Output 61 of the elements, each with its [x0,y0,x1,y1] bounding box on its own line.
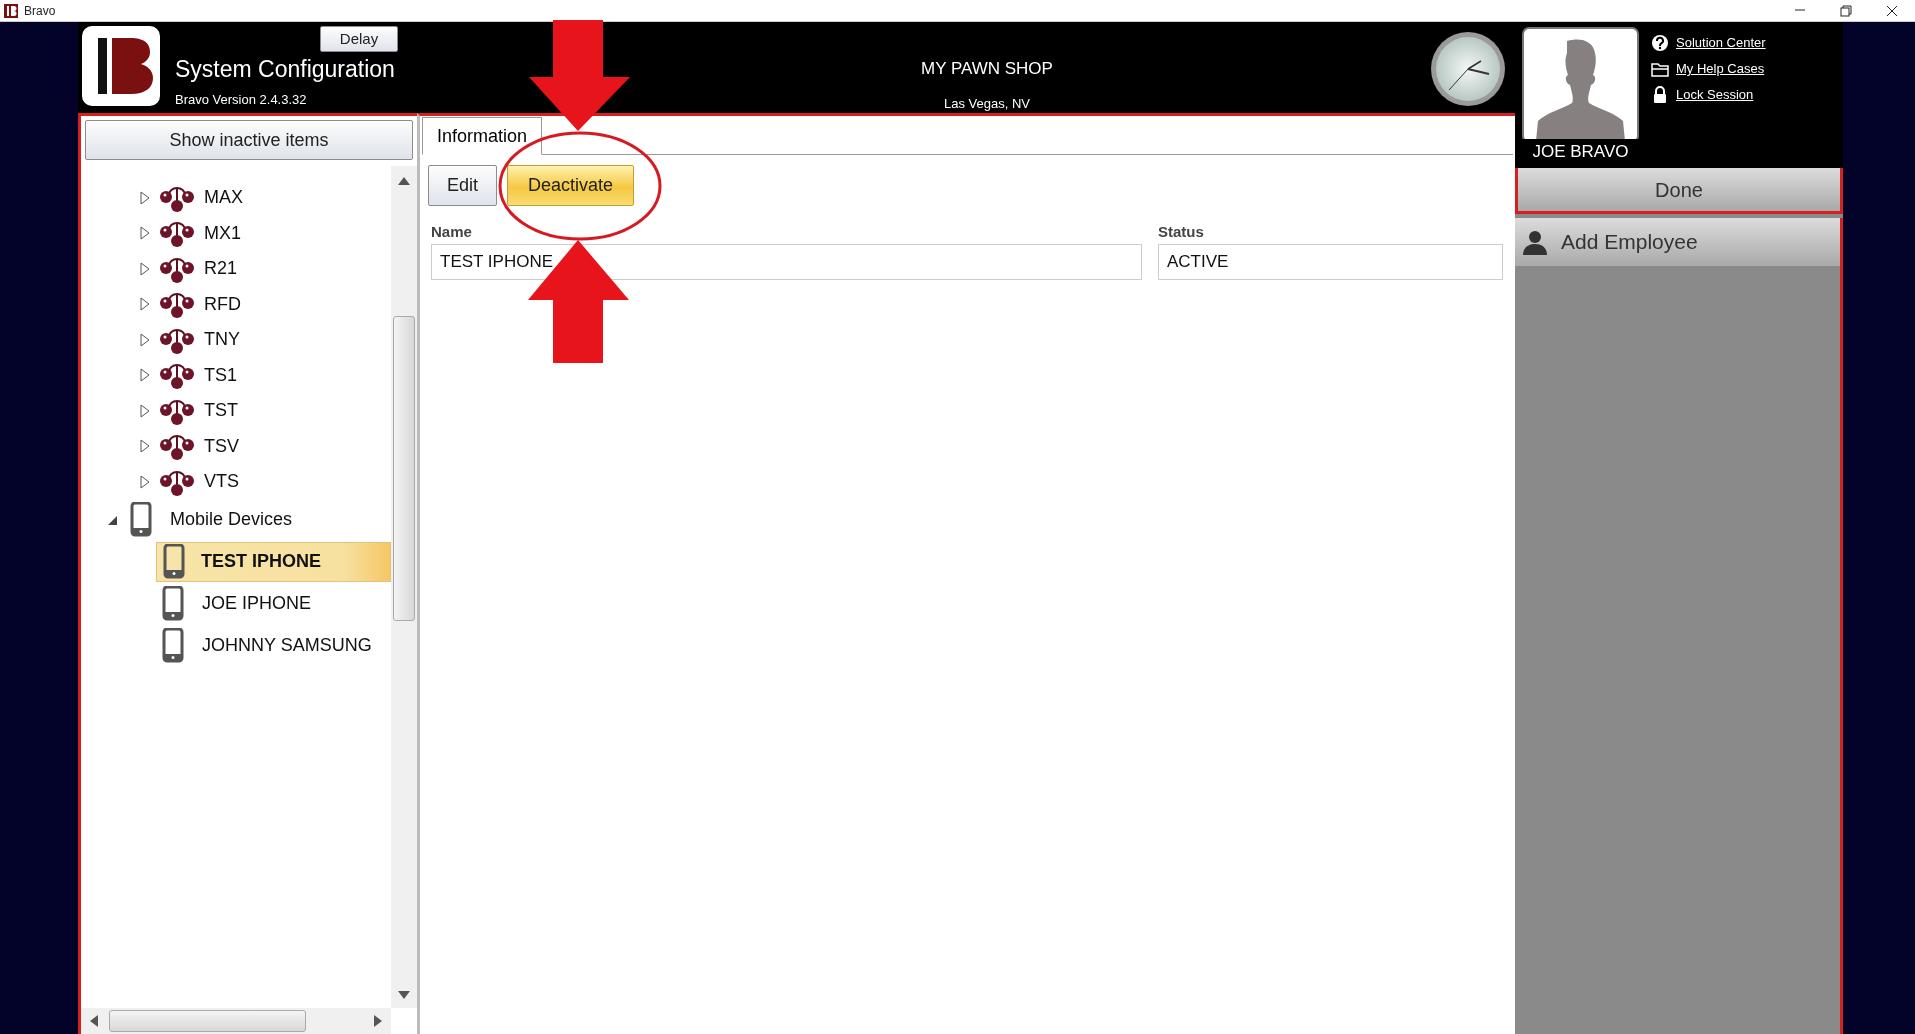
help-link[interactable]: Lock Session [1676,85,1754,105]
tree-item[interactable]: Mobile Devices [170,506,293,533]
expand-caret-icon[interactable] [139,226,151,241]
scroll-left-arrow-icon[interactable] [89,1014,99,1028]
expand-caret-icon[interactable] [139,368,151,383]
tree-item[interactable]: TST [204,397,238,425]
tree-item[interactable]: JOE IPHONE [156,583,391,624]
status-field[interactable]: ACTIVE [1158,243,1503,280]
tree-item[interactable]: MAX [204,184,243,212]
scroll-down-arrow-icon[interactable] [397,990,411,1000]
done-button[interactable]: Done [1515,168,1843,214]
expand-caret-icon[interactable] [139,403,151,418]
expand-caret-icon[interactable] [139,297,151,312]
expand-caret-icon[interactable] [139,474,151,489]
expand-caret-icon[interactable] [139,332,151,347]
app-title: System Configuration [175,56,395,82]
tree-item[interactable]: TEST IPHONE [156,541,391,582]
phone-icon [163,543,185,580]
delay-button[interactable]: Delay [320,26,398,52]
help-link[interactable]: My Help Cases [1676,59,1765,79]
phone-icon [162,627,184,664]
edit-button[interactable]: Edit [428,165,498,206]
tree-item[interactable]: RFD [204,290,241,318]
tree-item[interactable]: VTS [204,468,239,496]
scrollbar-thumb[interactable] [109,1010,306,1032]
tree-item[interactable]: JOHNNY SAMSUNG [156,625,391,666]
phone-icon [162,585,184,622]
store-location: Las Vegas, NV [943,94,1030,113]
person-icon [1521,228,1549,256]
version-label: Bravo Version 2.4.3.32 [175,91,308,109]
close-icon[interactable] [1885,3,1899,18]
store-name: MY PAWN SHOP [920,58,1053,80]
expand-caret-icon[interactable] [139,439,151,454]
clock-icon [1429,30,1507,108]
tree-item[interactable]: TS1 [204,361,237,389]
scroll-right-arrow-icon[interactable] [373,1014,383,1028]
tree-item[interactable]: R21 [204,255,238,283]
app-icon [4,3,18,18]
user-name: JOE BRAVO [1532,142,1629,162]
restore-icon[interactable] [1839,3,1853,18]
horizontal-scrollbar[interactable] [81,1008,391,1034]
name-field[interactable]: TEST IPHONE [431,243,1142,280]
tree-item[interactable]: MX1 [204,219,241,247]
expand-caret-icon[interactable] [139,190,151,205]
tab[interactable]: Information [422,117,543,155]
scroll-up-arrow-icon[interactable] [397,176,411,186]
help-link[interactable]: Solution Center [1676,33,1766,53]
phone-icon [130,501,152,538]
lock-icon [1651,86,1669,104]
expand-caret-icon[interactable] [139,261,151,276]
deactivate-button[interactable]: Deactivate [507,165,635,206]
tree-item[interactable]: TNY [204,326,240,354]
status-label: Status [1158,222,1205,242]
scrollbar-thumb[interactable] [393,316,415,621]
tree-item[interactable]: TSV [204,432,239,460]
window-title: Bravo [24,2,56,20]
add-employee-button[interactable]: Add Employee [1515,218,1843,266]
folder-icon [1651,60,1669,78]
help-icon [1651,34,1669,52]
vertical-scrollbar[interactable] [391,166,417,1008]
name-label: Name [431,222,473,242]
